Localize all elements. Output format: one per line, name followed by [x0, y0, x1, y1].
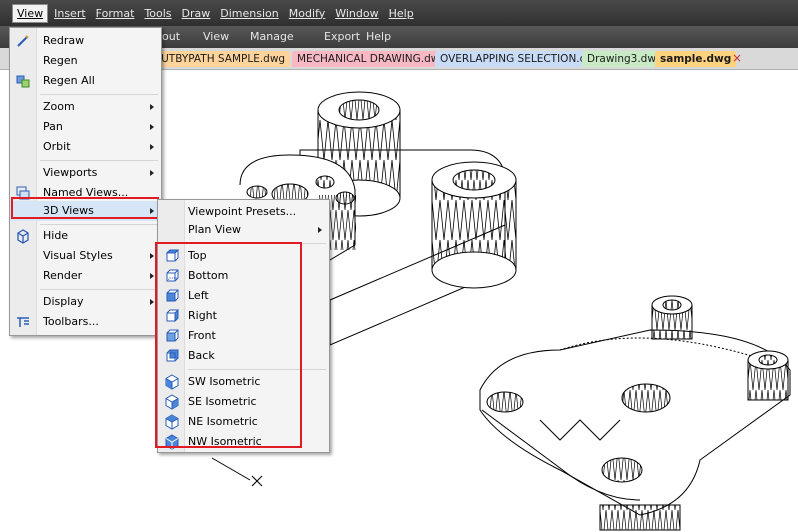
menu-item-toolbars[interactable]: Toolbars...: [10, 312, 161, 332]
menu-item-regen-all[interactable]: Regen All: [10, 71, 161, 91]
menu-item-label: Regen: [43, 54, 78, 67]
menu-item-render[interactable]: Render: [10, 266, 161, 286]
menu-item-visual-styles[interactable]: Visual Styles: [10, 246, 161, 266]
menu-item-label: Viewports: [43, 166, 98, 179]
submenu-arrow-icon: [150, 144, 154, 150]
menu-help[interactable]: Help: [385, 5, 418, 22]
menu-dimension[interactable]: Dimension: [216, 5, 282, 22]
menu-format[interactable]: Format: [92, 5, 139, 22]
menu-bar: View Insert Format Tools Draw Dimension …: [0, 0, 798, 26]
menu-window[interactable]: Window: [331, 5, 382, 22]
ucs-icon: [211, 457, 263, 487]
ribbon-tab-view[interactable]: View: [203, 30, 229, 43]
doc-tab-mechanical-drawing[interactable]: MECHANICAL DRAWING.dwg: [292, 51, 452, 67]
highlight-3d-views: [11, 197, 159, 219]
menu-draw[interactable]: Draw: [178, 5, 215, 22]
view-menu: Redraw Regen Regen All Zoom Pan Orbit Vi…: [9, 27, 162, 336]
menu-separator: [40, 289, 158, 290]
submenu-arrow-icon: [150, 170, 154, 176]
redraw-icon: [17, 35, 29, 47]
menu-item-label: Zoom: [43, 100, 75, 113]
menu-item-viewpoint-presets[interactable]: Viewpoint Presets...: [158, 202, 329, 222]
menu-item-label: Render: [43, 269, 83, 282]
menu-item-label: Redraw: [43, 34, 85, 47]
menu-item-hide[interactable]: Hide: [10, 226, 161, 246]
menu-separator: [40, 160, 158, 161]
doc-tab-overlapping-selection[interactable]: OVERLAPPING SELECTION.dwg: [435, 51, 607, 67]
menu-modify[interactable]: Modify: [285, 5, 329, 22]
menu-item-label: Display: [43, 295, 84, 308]
regen-all-icon: [16, 75, 30, 88]
menu-item-regen[interactable]: Regen: [10, 51, 161, 71]
submenu-arrow-icon: [318, 227, 322, 233]
ribbon-tab-export[interactable]: Export: [324, 30, 360, 43]
ribbon-tab-layout[interactable]: out: [162, 30, 180, 43]
doc-tab-sample[interactable]: sample.dwg: [655, 51, 737, 67]
menu-item-label: Visual Styles: [43, 249, 113, 262]
hide-icon: [17, 229, 29, 244]
menu-item-redraw[interactable]: Redraw: [10, 31, 161, 51]
submenu-arrow-icon: [150, 299, 154, 305]
menu-item-label: Toolbars...: [43, 315, 99, 328]
menu-separator: [40, 94, 158, 95]
menu-item-label: Regen All: [43, 74, 95, 87]
menu-tools[interactable]: Tools: [140, 5, 175, 22]
menu-item-viewports[interactable]: Viewports: [10, 163, 161, 183]
close-tab-icon[interactable]: ×: [732, 51, 742, 65]
menu-item-zoom[interactable]: Zoom: [10, 97, 161, 117]
menu-item-display[interactable]: Display: [10, 292, 161, 312]
menu-item-label: Hide: [43, 229, 69, 242]
highlight-view-presets: [155, 242, 302, 448]
toolbars-icon: [17, 317, 29, 327]
lower-3d-part: [479, 295, 791, 531]
ribbon-tab-help[interactable]: Help: [366, 30, 391, 43]
menu-item-label: Plan View: [188, 223, 242, 236]
submenu-arrow-icon: [150, 104, 154, 110]
menu-item-label: Orbit: [43, 140, 71, 153]
submenu-arrow-icon: [150, 124, 154, 130]
menu-separator: [40, 224, 158, 225]
submenu-arrow-icon: [150, 253, 154, 259]
doc-tab-youtbypath[interactable]: YOUTBYPATH SAMPLE.dwg: [142, 51, 291, 67]
menu-view[interactable]: View: [12, 3, 49, 23]
menu-item-plan-view[interactable]: Plan View: [158, 220, 329, 240]
menu-item-pan[interactable]: Pan: [10, 117, 161, 137]
menu-insert[interactable]: Insert: [50, 5, 90, 22]
ribbon-tab-manage[interactable]: Manage: [250, 30, 294, 43]
menu-item-label: Pan: [43, 120, 63, 133]
menu-item-label: Viewpoint Presets...: [188, 205, 297, 218]
submenu-arrow-icon: [150, 273, 154, 279]
menu-item-orbit[interactable]: Orbit: [10, 137, 161, 157]
